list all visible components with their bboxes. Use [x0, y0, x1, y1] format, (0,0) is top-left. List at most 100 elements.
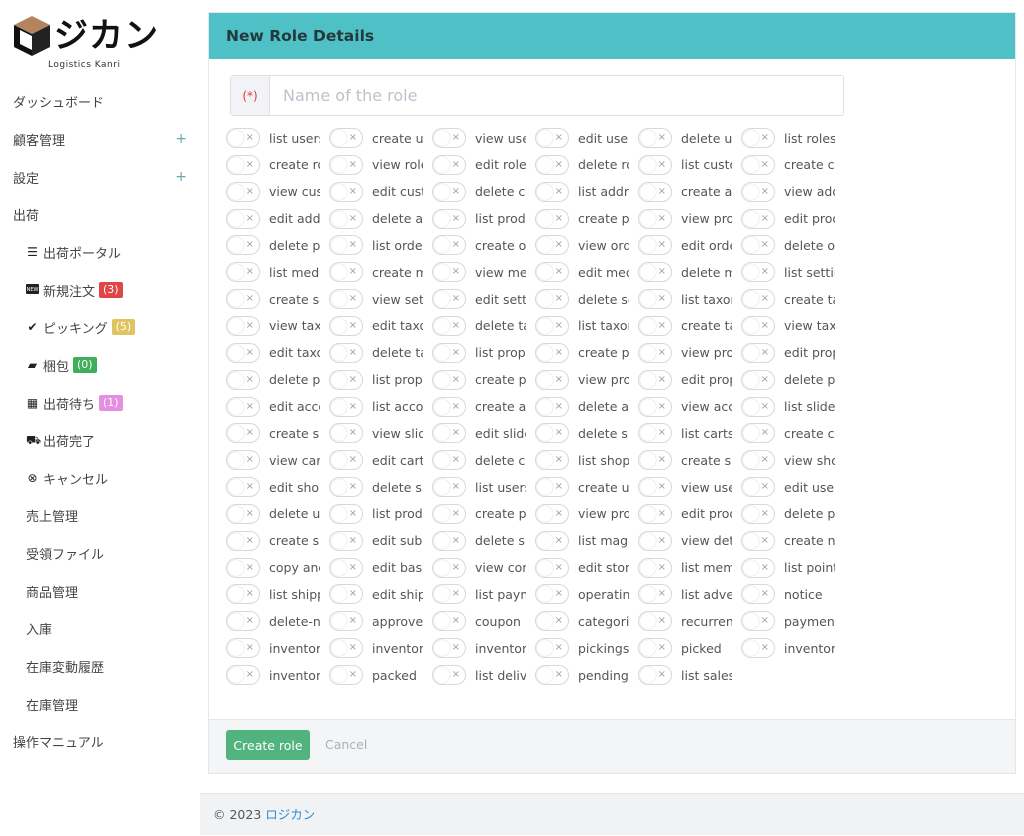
toggle-switch[interactable]	[638, 477, 672, 498]
toggle-switch[interactable]	[638, 557, 672, 578]
toggle-switch[interactable]	[638, 128, 672, 148]
permission-toggle-item[interactable]: list orders	[329, 234, 429, 256]
permission-toggle-item[interactable]: create properties	[535, 342, 635, 364]
permission-toggle-item[interactable]: view media	[432, 261, 532, 283]
toggle-switch[interactable]	[432, 235, 466, 256]
permission-toggle-item[interactable]: delete subscriptions	[432, 530, 532, 552]
toggle-switch[interactable]	[226, 584, 260, 605]
permission-toggle-item[interactable]: view customers	[226, 181, 326, 203]
toggle-switch[interactable]	[741, 396, 775, 417]
permission-toggle-item[interactable]: edit users	[741, 476, 841, 498]
permission-toggle-item[interactable]: delete taxonomies	[329, 342, 429, 364]
sidebar-item-dashboard[interactable]: ダッシュボード	[0, 86, 200, 116]
permission-toggle-item[interactable]: create media	[329, 261, 429, 283]
permission-toggle-item[interactable]: edit sliders	[432, 422, 532, 444]
toggle-switch[interactable]	[638, 423, 672, 444]
toggle-switch[interactable]	[638, 665, 672, 685]
toggle-switch[interactable]	[741, 638, 775, 659]
toggle-switch[interactable]	[226, 530, 260, 551]
permission-toggle-item[interactable]: picked	[638, 637, 738, 659]
permission-toggle-item[interactable]: view carts	[226, 449, 326, 471]
toggle-switch[interactable]	[226, 235, 260, 256]
cancel-link[interactable]: Cancel	[325, 737, 367, 752]
permission-toggle-item[interactable]: view shops	[741, 449, 841, 471]
permission-toggle-item[interactable]: delete addresses	[329, 208, 429, 230]
toggle-switch[interactable]	[329, 503, 363, 524]
permission-toggle-item[interactable]: inventory	[741, 637, 841, 659]
toggle-switch[interactable]	[329, 369, 363, 390]
permission-toggle-item[interactable]: edit addresses	[226, 208, 326, 230]
permission-toggle-item[interactable]: create taxonomies	[638, 315, 738, 337]
permission-toggle-item[interactable]: list delivery	[432, 664, 532, 686]
toggle-switch[interactable]	[329, 128, 363, 148]
toggle-switch[interactable]	[329, 342, 363, 363]
sidebar-item-awaiting-shipment[interactable]: ▦ 出荷待ち (1)	[0, 388, 200, 418]
permission-toggle-item[interactable]: delete carts	[432, 449, 532, 471]
permission-toggle-item[interactable]: delete properties	[741, 369, 841, 391]
permission-toggle-item[interactable]: list shipping	[226, 583, 326, 605]
expand-plus-icon[interactable]: +	[175, 169, 187, 185]
permission-toggle-item[interactable]: list accounts	[329, 396, 429, 418]
copyright-link[interactable]: ロジカン	[265, 807, 315, 822]
sidebar-item-cancel[interactable]: ⊗ キャンセル	[0, 463, 200, 493]
permission-toggle-item[interactable]: create accounts	[432, 396, 532, 418]
permission-toggle-item[interactable]: categories	[535, 610, 635, 632]
toggle-switch[interactable]	[535, 342, 569, 363]
permission-toggle-item[interactable]: edit taxonomies	[329, 315, 429, 337]
sidebar-item-manual[interactable]: 操作マニュアル	[0, 726, 200, 756]
permission-toggle-item[interactable]: list roles	[741, 127, 841, 149]
toggle-switch[interactable]	[432, 128, 466, 148]
permission-toggle-item[interactable]: list users	[432, 476, 532, 498]
permission-toggle-item[interactable]: list customers	[638, 154, 738, 176]
toggle-switch[interactable]	[535, 503, 569, 524]
permission-toggle-item[interactable]: view addresses	[741, 181, 841, 203]
toggle-switch[interactable]	[329, 315, 363, 336]
toggle-switch[interactable]	[329, 584, 363, 605]
sidebar-item-new-orders[interactable]: NEW 新規注文 (3)	[0, 275, 200, 305]
permission-toggle-item[interactable]: packed	[329, 664, 429, 686]
toggle-switch[interactable]	[535, 235, 569, 256]
sidebar-item-picking[interactable]: ✔ ピッキング (5)	[0, 312, 200, 342]
toggle-switch[interactable]	[535, 611, 569, 632]
permission-toggle-item[interactable]: create customers	[741, 154, 841, 176]
toggle-switch[interactable]	[638, 369, 672, 390]
toggle-switch[interactable]	[226, 342, 260, 363]
permission-toggle-item[interactable]: create shops	[638, 449, 738, 471]
permission-toggle-item[interactable]: create carts	[741, 422, 841, 444]
toggle-switch[interactable]	[741, 369, 775, 390]
permission-toggle-item[interactable]: list sales	[638, 664, 738, 686]
toggle-switch[interactable]	[432, 369, 466, 390]
permission-toggle-item[interactable]: create subscriptions	[226, 530, 326, 552]
toggle-switch[interactable]	[432, 450, 466, 471]
toggle-switch[interactable]	[432, 638, 466, 659]
permission-toggle-item[interactable]: edit users	[535, 127, 635, 149]
permission-toggle-item[interactable]: edit roles	[432, 154, 532, 176]
toggle-switch[interactable]	[329, 396, 363, 417]
toggle-switch[interactable]	[638, 503, 672, 524]
permission-toggle-item[interactable]: delete orders	[741, 234, 841, 256]
permission-toggle-item[interactable]: create products	[432, 503, 532, 525]
permission-toggle-item[interactable]: list products	[329, 503, 429, 525]
role-name-input[interactable]	[270, 76, 843, 115]
permission-toggle-item[interactable]: copy and paste	[226, 557, 326, 579]
permission-toggle-item[interactable]: list settings	[741, 261, 841, 283]
permission-toggle-item[interactable]: operating	[535, 583, 635, 605]
permission-toggle-item[interactable]: list sliders	[741, 396, 841, 418]
permission-toggle-item[interactable]: edit settings	[432, 288, 532, 310]
permission-toggle-item[interactable]: pickings	[535, 637, 635, 659]
toggle-switch[interactable]	[638, 208, 672, 229]
toggle-switch[interactable]	[329, 477, 363, 498]
toggle-switch[interactable]	[535, 181, 569, 202]
permission-toggle-item[interactable]: list members	[638, 557, 738, 579]
toggle-switch[interactable]	[741, 530, 775, 551]
toggle-switch[interactable]	[329, 611, 363, 632]
toggle-switch[interactable]	[741, 262, 775, 283]
permission-toggle-item[interactable]: inventory	[226, 637, 326, 659]
toggle-switch[interactable]	[226, 665, 260, 685]
toggle-switch[interactable]	[741, 154, 775, 175]
sidebar-item-shipped[interactable]: ⛟ 出荷完了	[0, 425, 200, 455]
permission-toggle-item[interactable]: edit media	[535, 261, 635, 283]
toggle-switch[interactable]	[329, 289, 363, 310]
permission-toggle-item[interactable]: edit shops	[226, 476, 326, 498]
toggle-switch[interactable]	[432, 557, 466, 578]
